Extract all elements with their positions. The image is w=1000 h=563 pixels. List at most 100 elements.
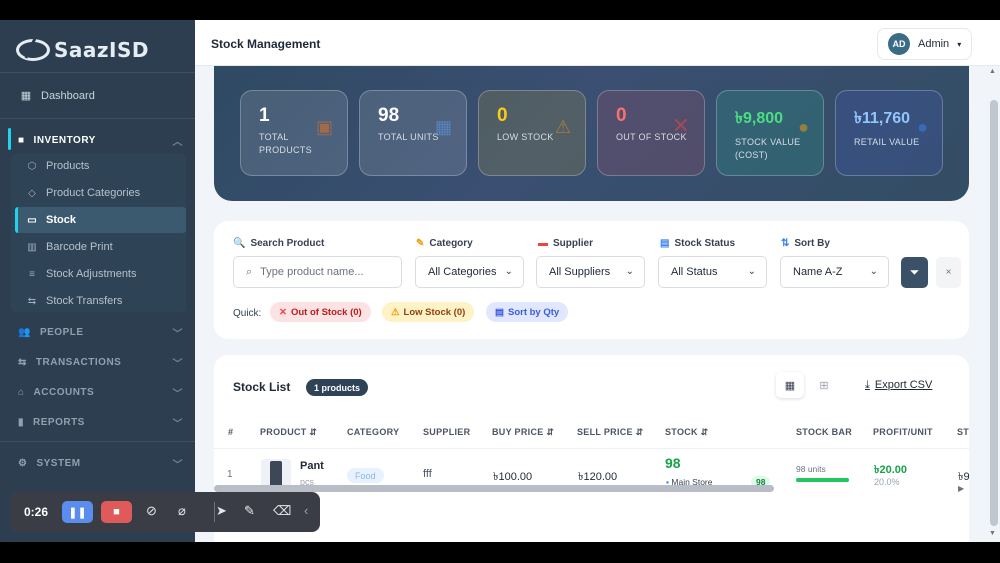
product-count-badge: 1 products <box>306 379 369 396</box>
table-view-button[interactable]: ▦ <box>776 372 804 398</box>
cursor-icon[interactable]: ➤ <box>216 503 227 519</box>
sort-by-select[interactable]: Name A-Z ⌄ <box>780 256 889 288</box>
chevron-down-icon: ⌄ <box>747 266 756 277</box>
column-header[interactable]: SELL PRICE ⇵ <box>577 427 644 438</box>
section-reports[interactable]: ▮ REPORTS ﹀ <box>18 415 183 430</box>
mic-off-icon[interactable]: ⌀ <box>178 503 186 519</box>
stock-bar-label: 98 units <box>796 464 826 474</box>
scroll-down-icon[interactable]: ▼ <box>989 530 996 537</box>
download-icon: ⤓ <box>865 379 870 391</box>
chip-label: Out of Stock (0) <box>290 306 362 318</box>
stat-label: STOCK VALUE (COST) <box>735 137 801 160</box>
section-transactions[interactable]: ⇆ TRANSACTIONS ﹀ <box>18 355 183 370</box>
stat-value: 1 <box>259 105 270 126</box>
clear-filter-button[interactable]: × <box>936 257 961 288</box>
collapse-icon[interactable]: ‹ <box>304 503 308 518</box>
package-icon: ▣ <box>315 117 333 137</box>
top-bar: Stock Management AD Admin ▾ <box>195 20 1000 66</box>
main-content: 1 TOTAL PRODUCTS ▣ 98 TOTAL UNITS ▦ 0 LO… <box>195 66 988 542</box>
user-menu[interactable]: AD Admin ▾ <box>877 28 972 60</box>
sidebar-item-stock-adjustments[interactable]: ≡ Stock Adjustments <box>26 268 137 280</box>
search-label: 🔍 Search Product <box>233 238 324 249</box>
product-name[interactable]: Pant <box>300 460 324 472</box>
stock-qty: 98 <box>665 455 681 471</box>
section-people[interactable]: 👥 PEOPLE ﹀ <box>18 325 183 340</box>
chevron-down-icon: ⌄ <box>625 266 634 277</box>
search-input[interactable]: ⌕ Type product name... <box>233 256 402 288</box>
pencil-icon: ✎ <box>416 238 425 249</box>
pause-icon: ❚❚ <box>68 506 87 519</box>
x-icon: ✕ <box>671 113 690 138</box>
camera-off-icon[interactable]: ⊘ <box>146 503 157 519</box>
stat-value: ৳11,760 <box>854 110 911 127</box>
export-label: Export CSV <box>874 379 933 391</box>
warning-icon: ⚠ <box>391 306 400 318</box>
sidebar-item-stock-transfers[interactable]: ⇆ Stock Transfers <box>26 295 123 307</box>
stat-value: 98 <box>378 105 400 126</box>
section-label: TRANSACTIONS <box>35 357 122 368</box>
sidebar-item-products[interactable]: ⬡ Products <box>26 160 90 172</box>
pause-button[interactable]: ❚❚ <box>62 501 93 523</box>
warning-icon: ⚠ <box>554 117 571 137</box>
divider <box>214 502 215 522</box>
sidebar-item-barcode-print[interactable]: ▥ Barcode Print <box>26 241 113 253</box>
section-accounts[interactable]: ⌂ ACCOUNTS ﹀ <box>18 385 183 400</box>
chip-label: Low Stock (0) <box>403 306 466 318</box>
stat-card-retail-value: ৳11,760 RETAIL VALUE ● <box>835 90 943 176</box>
app-name: SaazISD <box>54 38 149 62</box>
column-header: CATEGORY <box>347 427 400 437</box>
sliders-icon: ≡ <box>29 268 35 280</box>
column-header[interactable]: STOCK ⇵ <box>665 427 708 438</box>
column-header[interactable]: # <box>228 427 233 437</box>
stat-card-total-products: 1 TOTAL PRODUCTS ▣ <box>240 90 348 176</box>
active-indicator <box>8 128 11 150</box>
stat-card-out-of-stock: 0 OUT OF STOCK ✕ <box>597 90 705 176</box>
section-system[interactable]: ⚙ SYSTEM ﹀ <box>18 456 183 471</box>
sidebar-item-label: Stock Transfers <box>46 295 123 307</box>
sidebar-item-product-categories[interactable]: ◇ Product Categories <box>26 187 140 199</box>
app-logo[interactable]: SaazISD <box>16 38 149 62</box>
sidebar-item-dashboard[interactable]: ▦ Dashboard <box>20 90 95 102</box>
quick-low-stock-chip[interactable]: ⚠ Low Stock (0) <box>382 302 475 322</box>
grid-view-button[interactable]: ⊞ <box>810 372 838 398</box>
sidebar-item-stock[interactable]: ▭ Stock <box>26 214 76 226</box>
scrollbar-thumb[interactable] <box>990 100 998 526</box>
apply-filter-button[interactable]: ⏷ <box>901 257 928 288</box>
stock-list-panel: Stock List 1 products ▦ ⊞ ⤓ Export CSV #… <box>214 355 970 542</box>
label-text: Sort By <box>794 238 830 249</box>
scroll-right-icon[interactable]: ▶ <box>958 484 964 493</box>
select-value: All Status <box>671 266 718 278</box>
stat-card-total-units: 98 TOTAL UNITS ▦ <box>359 90 467 176</box>
stock-status-select[interactable]: All Status ⌄ <box>658 256 767 288</box>
sidebar-item-label: Stock Adjustments <box>46 268 137 280</box>
sort-icon: ⇅ <box>781 238 790 249</box>
chevron-down-icon: ﹀ <box>172 329 183 340</box>
pen-icon[interactable]: ✎ <box>244 503 255 519</box>
chart-icon: ▮ <box>18 417 25 428</box>
grid-icon: ▦ <box>434 117 452 137</box>
horizontal-scrollbar-thumb[interactable] <box>214 485 774 492</box>
category-select[interactable]: All Categories ⌄ <box>415 256 524 288</box>
people-icon: 👥 <box>18 327 31 338</box>
stop-button[interactable]: ■ <box>101 501 132 523</box>
export-csv-button[interactable]: ⤓ Export CSV <box>865 379 932 392</box>
supplier-select[interactable]: All Suppliers ⌄ <box>536 256 645 288</box>
column-header[interactable]: BUY PRICE ⇵ <box>492 427 554 438</box>
column-header: ST <box>957 427 970 437</box>
eraser-icon[interactable]: ⌫ <box>273 503 291 519</box>
supplier-cell: fff <box>423 468 432 480</box>
quick-out-of-stock-chip[interactable]: ✕ Out of Stock (0) <box>270 302 371 322</box>
chart-icon: ▤ <box>495 306 504 318</box>
scroll-up-icon[interactable]: ▲ <box>989 68 996 75</box>
sidebar-item-label: Barcode Print <box>46 241 113 253</box>
filter-icon: ⏷ <box>909 265 920 279</box>
section-inventory[interactable]: ■ INVENTORY ︿ <box>18 133 183 148</box>
stat-label: RETAIL VALUE <box>854 137 920 147</box>
x-icon: ✕ <box>279 306 287 318</box>
select-value: All Categories <box>428 266 497 278</box>
bank-icon: ⌂ <box>18 387 25 398</box>
quick-sort-by-qty-chip[interactable]: ▤ Sort by Qty <box>486 302 569 322</box>
column-header[interactable]: PRODUCT ⇵ <box>260 427 317 438</box>
money-bag-icon: ● <box>798 117 809 137</box>
chevron-down-icon: ﹀ <box>172 389 183 400</box>
